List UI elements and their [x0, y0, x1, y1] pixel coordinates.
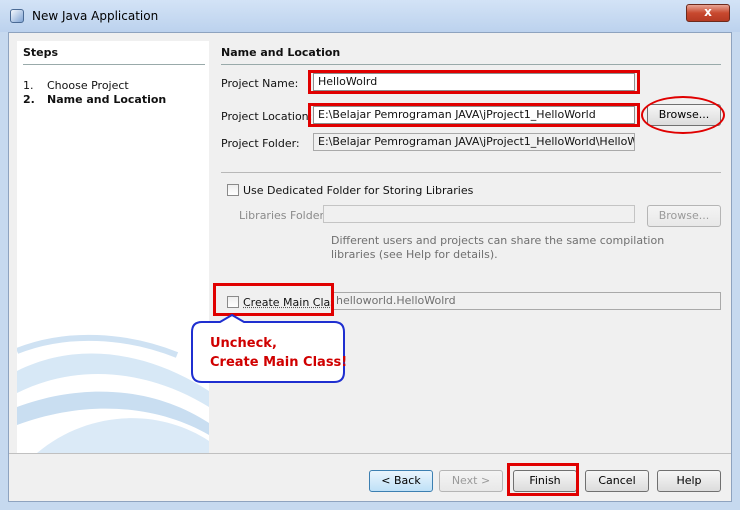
- create-main-class-label[interactable]: Create Main Class: [243, 296, 342, 309]
- step-name-and-location: 2. Name and Location: [23, 93, 166, 106]
- dedicated-libraries-label: Use Dedicated Folder for Storing Librari…: [243, 184, 474, 197]
- libraries-help-line1: Different users and projects can share t…: [331, 234, 665, 247]
- step-label: Name and Location: [47, 93, 167, 106]
- callout-text: Uncheck, Create Main Class!: [210, 334, 347, 372]
- back-button[interactable]: < Back: [369, 470, 433, 492]
- browse-location-button[interactable]: Browse...: [647, 104, 721, 126]
- steps-panel: Steps 1. Choose Project 2. Name and Locati…: [17, 41, 209, 453]
- help-button[interactable]: Help: [657, 470, 721, 492]
- project-location-input[interactable]: E:\Belajar Pemrograman JAVA\jProject1_He…: [313, 106, 635, 124]
- footer-divider: [9, 453, 731, 454]
- libraries-folder-input[interactable]: [323, 205, 635, 223]
- libraries-help-line2: libraries (see Help for details).: [331, 248, 498, 261]
- project-location-label: Project Location:: [221, 110, 313, 123]
- dialog-body: Steps 1. Choose Project 2. Name and Locati…: [8, 32, 732, 502]
- cancel-button[interactable]: Cancel: [585, 470, 649, 492]
- browse-libraries-button[interactable]: Browse...: [647, 205, 721, 227]
- dedicated-libraries-checkbox[interactable]: [227, 184, 239, 196]
- steps-divider: [23, 64, 205, 65]
- project-name-label: Project Name:: [221, 77, 299, 90]
- section-divider: [221, 64, 721, 65]
- libraries-folder-label: Libraries Folder:: [239, 209, 328, 222]
- step-choose-project: 1. Choose Project: [23, 79, 129, 92]
- next-button[interactable]: Next >: [439, 470, 503, 492]
- project-folder-field: E:\Belajar Pemrograman JAVA\jProject1_He…: [313, 133, 635, 151]
- section-title: Name and Location: [221, 46, 341, 59]
- callout-line-1: Uncheck,: [210, 336, 277, 351]
- title-bar: New Java Application x: [0, 0, 740, 32]
- create-main-class-checkbox[interactable]: [227, 296, 239, 308]
- step-label: Choose Project: [47, 79, 129, 92]
- step-number: 2.: [23, 93, 35, 106]
- window-title: New Java Application: [32, 9, 159, 23]
- content-panel: Name and Location Project Name: HelloWol…: [219, 41, 725, 453]
- finish-button[interactable]: Finish: [513, 470, 577, 492]
- swoosh-decoration: [17, 334, 209, 453]
- close-button[interactable]: x: [686, 4, 730, 22]
- project-name-input[interactable]: HelloWolrd: [313, 73, 635, 91]
- step-number: 1.: [23, 79, 34, 92]
- java-app-icon: [10, 9, 24, 23]
- callout-line-2: Create Main Class!: [210, 355, 348, 370]
- section-separator: [221, 172, 721, 173]
- project-folder-label: Project Folder:: [221, 137, 300, 150]
- steps-title: Steps: [23, 46, 59, 59]
- main-class-name-field[interactable]: helloworld.HelloWolrd: [331, 292, 721, 310]
